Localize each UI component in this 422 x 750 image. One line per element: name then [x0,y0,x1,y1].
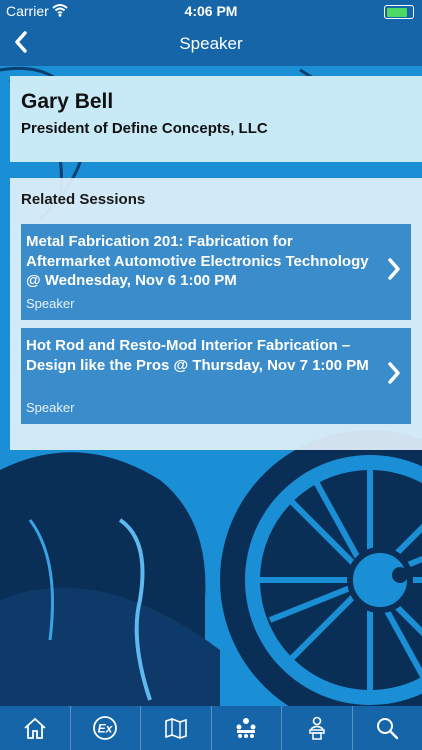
battery-level [386,7,408,17]
status-time: 4:06 PM [184,3,238,19]
exhibitors-icon: Ex [93,716,118,740]
tab-home[interactable] [0,706,71,750]
session-item[interactable]: Hot Rod and Resto-Mod Interior Fabricati… [21,328,411,424]
session-item[interactable]: Metal Fabrication 201: Fabrication for A… [21,224,411,320]
related-sessions-heading: Related Sessions [21,191,146,208]
tab-sessions[interactable] [212,706,282,750]
tab-map[interactable] [141,706,212,750]
speaker-card: Gary Bell President of Define Concepts, … [10,76,422,162]
chevron-right-icon [387,362,401,391]
tab-search[interactable] [353,706,422,750]
svg-text:Ex: Ex [98,722,114,736]
tab-speakers[interactable] [282,706,353,750]
speaker-name: Gary Bell [21,90,114,113]
search-icon [377,718,399,740]
tab-exhibitors[interactable]: Ex [71,706,141,750]
related-sessions-panel: Related Sessions Metal Fabrication 201: … [10,178,422,450]
sessions-icon [236,718,256,738]
battery-icon [384,5,414,19]
speaker-title: President of Define Concepts, LLC [21,120,268,137]
chevron-right-icon [387,258,401,287]
page-title: Speaker [179,34,243,53]
session-role: Speaker [26,400,75,415]
nav-bar: Speaker [0,22,422,66]
map-icon [164,718,187,739]
session-role: Speaker [26,296,75,311]
tab-bar: Ex [0,706,422,750]
home-icon [24,717,46,739]
session-title: Metal Fabrication 201: Fabrication for A… [26,233,369,289]
speaker-icon [309,716,325,740]
status-bar: Carrier 4:06 PM [0,0,422,22]
session-title: Hot Rod and Resto-Mod Interior Fabricati… [26,337,369,374]
